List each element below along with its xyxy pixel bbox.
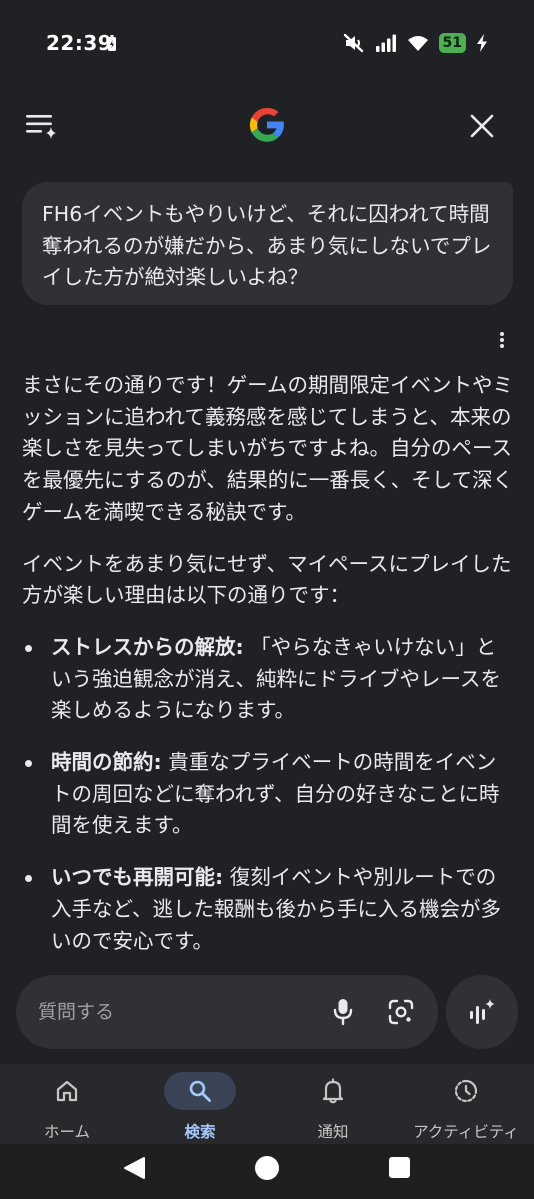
status-time: 22:39 [46,31,113,55]
status-icons: 51 [343,32,488,54]
menu-button[interactable] [20,104,62,146]
bullet-label: 時間の節約: [51,750,162,775]
signal-icon [375,34,396,52]
list-item: 時間の節約: 貴重なプライベートの時間をイベントの周回などに奪われず、自分の好き… [22,747,514,842]
home-circle-icon[interactable] [255,1156,279,1180]
bottom-nav: ホーム 検索 通知 アクティビティ [0,1064,534,1144]
user-query-text: FH6イベントもやりいけど、それに囚われて時間奪われるのが嫌だから、あまり気にし… [42,202,492,289]
wifi-icon [407,36,428,51]
nav-icon-container [297,1072,369,1110]
close-icon [470,114,494,138]
nav-item-home[interactable]: ホーム [2,1068,132,1144]
search-icon [189,1080,211,1102]
recents-icon[interactable] [389,1157,410,1178]
nav-icon-container [31,1072,103,1110]
battery-icon: 51 [438,33,466,53]
answer-bullet-list: ストレスからの解放: 「やらなきゃいけない」という強迫観念が消え、純粋にドライブ… [22,632,514,957]
nav-label: 検索 [184,1123,216,1141]
mic-icon [333,999,353,1026]
nav-label: ホーム [43,1123,91,1141]
bullet-label: いつでも再開可能: [51,865,224,890]
nav-label: 通知 [317,1123,349,1141]
live-sparkle-icon [470,999,495,1024]
lens-icon [388,999,414,1025]
list-item: いつでも再開可能: 復刻イベントや別ルートでの入手など、逃した報酬も後から手に入… [22,862,514,957]
nav-icon-container [430,1072,502,1110]
ask-bar [16,975,438,1049]
ai-answer: まさにその通りです！ゲームの期間限定イベントやミッションに追われて義務感を感じて… [22,370,514,977]
nav-item-activity[interactable]: アクティビティ [401,1068,531,1144]
voice-search-button[interactable] [324,993,362,1031]
nav-item-search[interactable]: 検索 [135,1068,265,1144]
app-bar [0,96,534,152]
mute-icon [343,33,363,53]
close-button[interactable] [460,104,504,148]
lens-button[interactable] [382,993,420,1031]
live-button[interactable] [446,975,518,1049]
nav-label: アクティビティ [413,1123,519,1141]
more-options-button[interactable] [492,328,512,352]
bolt-icon [477,34,487,52]
nav-item-notifications[interactable]: 通知 [268,1068,398,1144]
google-g-icon[interactable] [246,104,288,146]
list-item: ストレスからの解放: 「やらなきゃいけない」という強迫観念が消え、純粋にドライブ… [22,632,514,727]
ask-input[interactable] [38,992,298,1032]
status-bar: 22:39 51 [0,0,534,88]
system-nav-bar [0,1144,534,1199]
bell-icon [322,1078,344,1104]
more-vert-icon [500,332,504,348]
nav-icon-container [164,1072,236,1110]
answer-paragraph: イベントをあまり気にせず、マイペースにプレイした方が楽しい理由は以下の通りです： [22,551,512,608]
bullet-label: ストレスからの解放: [51,634,244,659]
user-query-bubble: FH6イベントもやりいけど、それに囚われて時間奪われるのが嫌だから、あまり気にし… [22,182,513,305]
answer-paragraph: まさにその通りです！ゲームの期間限定イベントやミッションに追われて義務感を感じて… [22,373,514,524]
activity-icon [454,1079,478,1103]
charging-icon [108,35,116,51]
menu-sparkle-icon [26,115,56,139]
back-icon[interactable] [122,1156,146,1180]
home-icon [56,1080,78,1102]
